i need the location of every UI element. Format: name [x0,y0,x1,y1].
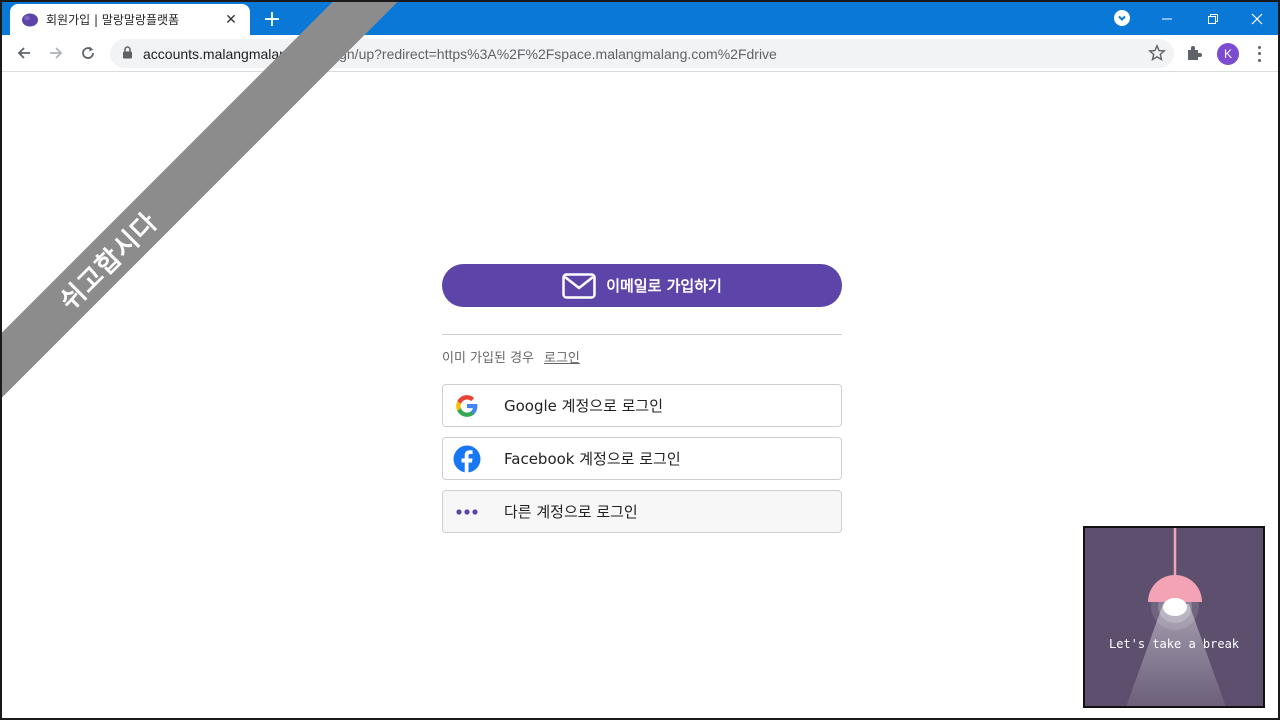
browser-toolbar: accounts.malangmalang.com/sign/up?redire… [2,35,1278,72]
tab-search-icon[interactable] [1114,10,1130,26]
signup-panel: 이메일로 가입하기 이미 가입된 경우 로그인 Google 계정으로 로그인 [442,264,842,533]
browser-tab[interactable]: 회원가입 | 말랑말랑플랫폼 ✕ [10,4,250,35]
more-icon [443,508,491,516]
title-bar: 회원가입 | 말랑말랑플랫폼 ✕ + [2,2,1278,35]
minimize-button[interactable] [1144,2,1190,35]
new-tab-button[interactable]: + [258,6,286,32]
facebook-login-button[interactable]: Facebook 계정으로 로그인 [442,437,842,480]
close-window-button[interactable] [1234,2,1278,35]
already-registered-row: 이미 가입된 경우 로그인 [442,347,842,366]
google-login-button[interactable]: Google 계정으로 로그인 [442,384,842,427]
divider [442,334,842,335]
reload-icon[interactable] [74,39,102,67]
malang-favicon-icon [22,12,38,28]
email-signup-label: 이메일로 가입하기 [606,277,722,295]
banner-text: 쉬고합시다 [54,206,164,317]
forward-icon[interactable] [42,39,70,67]
tab-title: 회원가입 | 말랑말랑플랫폼 [46,13,180,27]
close-tab-icon[interactable]: ✕ [222,11,240,29]
bookmark-star-icon[interactable] [1148,44,1166,66]
break-overlay: Let's take a break [1083,526,1265,708]
profile-avatar[interactable]: K [1217,43,1239,65]
other-account-login-button[interactable]: 다른 계정으로 로그인 [442,490,842,533]
google-login-label: Google 계정으로 로그인 [504,397,664,415]
facebook-icon [443,445,491,473]
google-icon [443,393,491,419]
browser-window: 회원가입 | 말랑말랑플랫폼 ✕ + accounts.malangmalang… [0,0,1280,720]
lock-icon[interactable] [122,44,133,63]
facebook-login-label: Facebook 계정으로 로그인 [504,450,681,468]
url-text: accounts.malangmalang.com/sign/up?redire… [143,45,777,62]
email-signup-button[interactable]: 이메일로 가입하기 [442,264,842,307]
browser-menu-icon[interactable] [1252,44,1266,64]
lamp-icon [1126,528,1226,706]
break-text: Let's take a break [1108,637,1240,651]
back-icon[interactable] [10,39,38,67]
extensions-puzzle-icon[interactable] [1185,44,1203,66]
already-registered-text: 이미 가입된 경우 [442,351,534,366]
mail-icon [562,272,596,299]
restore-button[interactable] [1190,2,1236,35]
login-link[interactable]: 로그인 [544,347,580,366]
other-account-login-label: 다른 계정으로 로그인 [504,503,638,521]
